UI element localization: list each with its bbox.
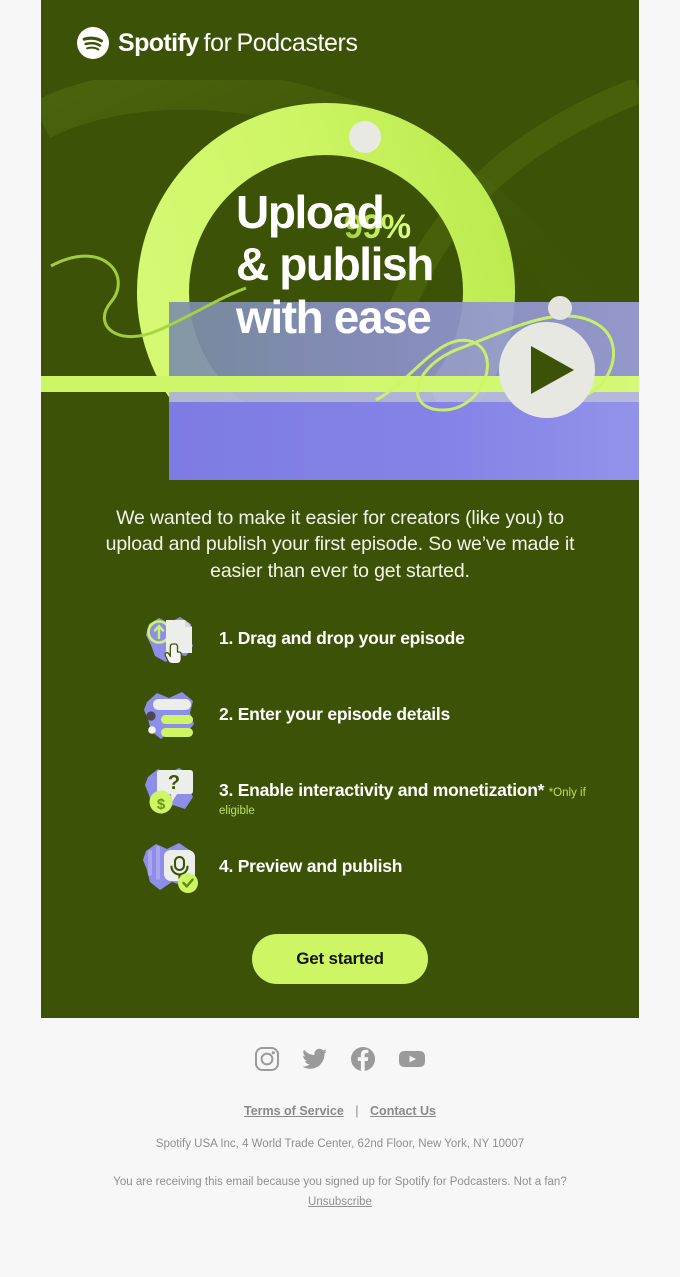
email-page: Spotify for Podcasters 99% Upload & publ… xyxy=(0,0,680,1277)
hero-graphic: 99% Upload & publish with ease xyxy=(41,80,639,480)
hero-percent-label: 99% xyxy=(344,208,411,246)
step-title: 3. Enable interactivity and monetization… xyxy=(219,780,545,800)
twitter-icon[interactable] xyxy=(302,1046,328,1077)
list-item: 4. Preview and publish xyxy=(139,838,619,914)
step-title: 1. Drag and drop your episode xyxy=(219,628,465,648)
list-item: 1. Drag and drop your episode xyxy=(139,610,619,686)
cta-container: Get started xyxy=(41,934,639,984)
brand-connector: for xyxy=(203,28,232,57)
spotify-logo-icon xyxy=(77,27,109,59)
episode-details-form-icon xyxy=(139,686,201,748)
brand-product: Podcasters xyxy=(236,28,358,57)
step-text-group: 3. Enable interactivity and monetization… xyxy=(219,762,619,819)
list-item: ? $ 3. Enable interactivity and monetiza… xyxy=(139,762,619,838)
brand-wordmark: Spotify for Podcasters xyxy=(118,29,358,58)
steps-list: 1. Drag and drop your episode 2. Enter y… xyxy=(139,610,619,914)
get-started-button[interactable]: Get started xyxy=(252,934,428,984)
legal-text: You are receiving this email because you… xyxy=(113,1176,567,1188)
step-text-group: 4. Preview and publish xyxy=(219,838,402,877)
brand-name: Spotify xyxy=(118,28,199,57)
step-title: 4. Preview and publish xyxy=(219,856,403,876)
instagram-icon[interactable] xyxy=(254,1046,280,1077)
unsubscribe-link[interactable]: Unsubscribe xyxy=(308,1196,372,1208)
youtube-icon[interactable] xyxy=(398,1046,426,1077)
interactivity-monetization-icon: ? $ xyxy=(139,762,201,824)
list-item: 2. Enter your episode details xyxy=(139,686,619,762)
footer: Terms of Service | Contact Us Spotify US… xyxy=(0,1018,680,1212)
facebook-icon[interactable] xyxy=(350,1046,376,1077)
terms-of-service-link[interactable]: Terms of Service xyxy=(244,1104,344,1118)
step-title: 2. Enter your episode details xyxy=(219,704,451,724)
footer-links: Terms of Service | Contact Us xyxy=(0,1104,680,1118)
legal-notice: You are receiving this email because you… xyxy=(0,1172,680,1212)
preview-publish-microphone-icon xyxy=(139,838,201,900)
intro-paragraph: We wanted to make it easier for creators… xyxy=(105,507,575,582)
social-links xyxy=(0,1046,680,1077)
svg-text:$: $ xyxy=(157,796,166,813)
step-text-group: 1. Drag and drop your episode xyxy=(219,610,465,649)
footer-link-separator: | xyxy=(355,1104,359,1118)
drag-drop-document-icon xyxy=(139,610,201,672)
company-address: Spotify USA Inc, 4 World Trade Center, 6… xyxy=(155,1138,525,1150)
svg-text:?: ? xyxy=(168,772,180,794)
email-card: Spotify for Podcasters 99% Upload & publ… xyxy=(41,0,639,1018)
contact-us-link[interactable]: Contact Us xyxy=(370,1104,436,1118)
step-text-group: 2. Enter your episode details xyxy=(219,686,450,725)
brand-logo[interactable]: Spotify for Podcasters xyxy=(77,26,358,60)
